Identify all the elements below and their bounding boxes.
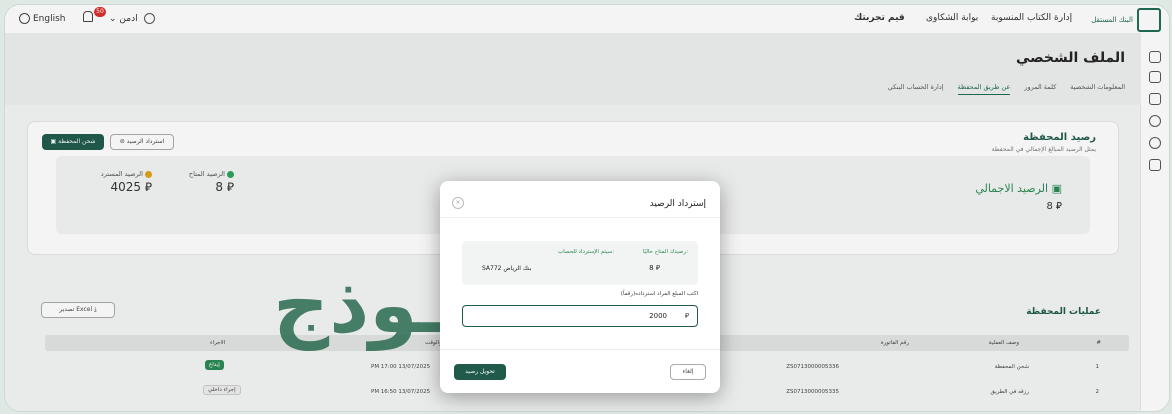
modal-refund-account: SA772 بنك الرياض xyxy=(482,265,532,272)
modal-info-box: رصيدك المتاح حاليًا: 8 ⃁ سيتم الإسترداد … xyxy=(462,241,698,285)
transfer-balance-button[interactable]: تحويل رصيد xyxy=(454,364,506,380)
cancel-button[interactable]: إلغاء xyxy=(670,364,706,380)
amount-label: اكتب المبلغ المراد استرداده(رقماً) xyxy=(620,291,698,297)
riyal-icon: ⃁ xyxy=(684,312,689,320)
modal-available-value: 8 ⃁ xyxy=(649,264,660,272)
close-icon[interactable]: × xyxy=(452,197,464,209)
refund-modal: إسترداد الرصيد × رصيدك المتاح حاليًا: 8 … xyxy=(440,181,720,393)
amount-input[interactable]: 2000 ⃁ xyxy=(462,305,698,327)
modal-title: إسترداد الرصيد xyxy=(649,199,706,209)
